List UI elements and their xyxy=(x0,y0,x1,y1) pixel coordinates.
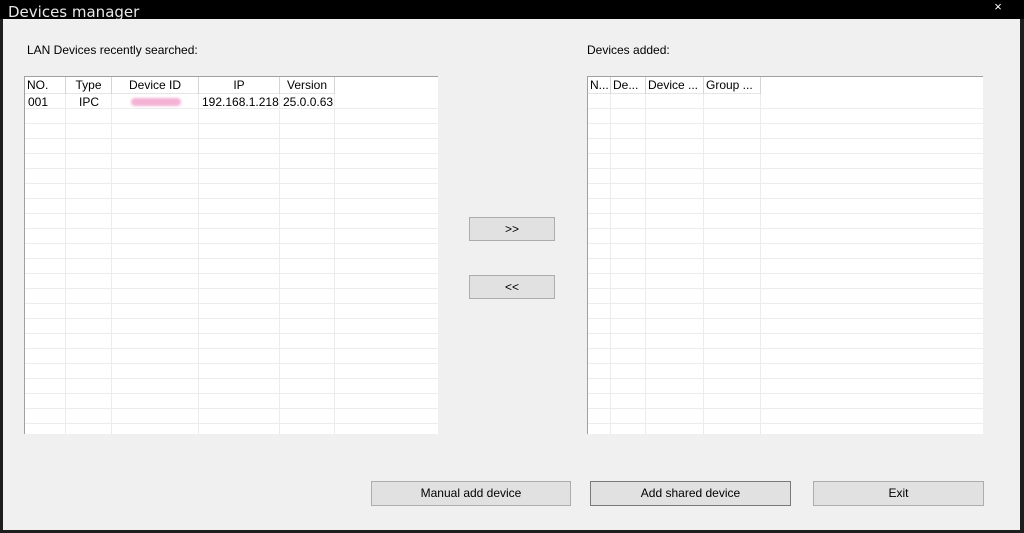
column-header-number[interactable]: N... xyxy=(588,77,611,94)
grid-line xyxy=(198,94,199,434)
column-header-version[interactable]: Version xyxy=(280,77,335,94)
column-header-no[interactable]: NO. xyxy=(25,77,66,94)
column-header-device-name[interactable]: Device ... xyxy=(646,77,704,94)
cell-device-id xyxy=(112,95,199,110)
add-shared-device-button[interactable]: Add shared device xyxy=(590,481,791,506)
grid-line xyxy=(703,94,704,434)
add-to-list-button[interactable]: >> xyxy=(469,217,555,241)
exit-button[interactable]: Exit xyxy=(813,481,984,506)
column-header-group[interactable]: Group ... xyxy=(704,77,761,94)
lan-devices-label: LAN Devices recently searched: xyxy=(27,43,198,57)
grid-line xyxy=(334,94,335,434)
grid-line xyxy=(65,94,66,434)
devices-added-list[interactable]: N... De... Device ... Group ... xyxy=(587,76,983,434)
close-icon[interactable]: × xyxy=(990,0,1006,16)
grid-line xyxy=(760,94,761,434)
cell-version: 25.0.0.63 xyxy=(283,95,334,109)
grid-line xyxy=(279,94,280,434)
dialog-body: LAN Devices recently searched: NO. Type … xyxy=(3,19,1020,530)
cell-type: IPC xyxy=(78,95,99,109)
cell-no: 001 xyxy=(28,95,49,109)
table-row[interactable]: 001 IPC 192.168.1.218 25.0.0.63 xyxy=(25,95,335,110)
grid-line xyxy=(645,94,646,434)
column-header-ip[interactable]: IP xyxy=(199,77,280,94)
cell-ip: 192.168.1.218 xyxy=(202,95,279,109)
devices-added-label: Devices added: xyxy=(587,43,670,57)
redacted-device-id xyxy=(130,98,181,106)
remove-from-list-button[interactable]: << xyxy=(469,275,555,299)
grid-line xyxy=(610,94,611,434)
lan-devices-list[interactable]: NO. Type Device ID IP Version 001 IPC 19… xyxy=(24,76,438,434)
list-header: N... De... Device ... Group ... xyxy=(588,77,761,94)
list-grid xyxy=(25,94,438,434)
list-header: NO. Type Device ID IP Version xyxy=(25,77,335,94)
column-header-device[interactable]: De... xyxy=(611,77,646,94)
column-header-type[interactable]: Type xyxy=(66,77,112,94)
column-header-device-id[interactable]: Device ID xyxy=(112,77,199,94)
manual-add-device-button[interactable]: Manual add device xyxy=(371,481,571,506)
list-grid xyxy=(588,94,983,434)
grid-line xyxy=(111,94,112,434)
title-bar: Devices manager × xyxy=(0,0,1024,21)
